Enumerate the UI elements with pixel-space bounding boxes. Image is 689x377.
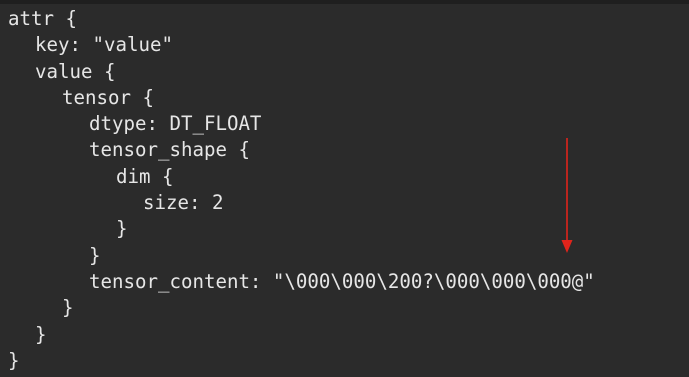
arrow-down-icon: [561, 138, 573, 253]
code-block: attr { key: "value" value { tensor { dty…: [8, 6, 595, 374]
code-line: size: 2: [143, 191, 224, 215]
code-line: attr {: [8, 7, 77, 30]
code-line: }: [35, 322, 47, 346]
code-line: }: [8, 348, 20, 372]
code-line: dim {: [116, 164, 174, 188]
window-top-edge: [0, 0, 689, 4]
code-line: key: "value": [35, 33, 173, 57]
code-line: tensor_shape {: [89, 138, 250, 162]
code-line: }: [116, 217, 128, 241]
code-line: value {: [35, 59, 116, 83]
tensor-content-line: tensor_content: "\000\000\200?\000\000\0…: [89, 269, 595, 293]
code-line: }: [62, 296, 74, 320]
terminal-window: attr { key: "value" value { tensor { dty…: [0, 0, 689, 377]
code-line: }: [89, 243, 101, 267]
code-line: tensor {: [62, 85, 154, 109]
code-line: dtype: DT_FLOAT: [89, 112, 262, 136]
